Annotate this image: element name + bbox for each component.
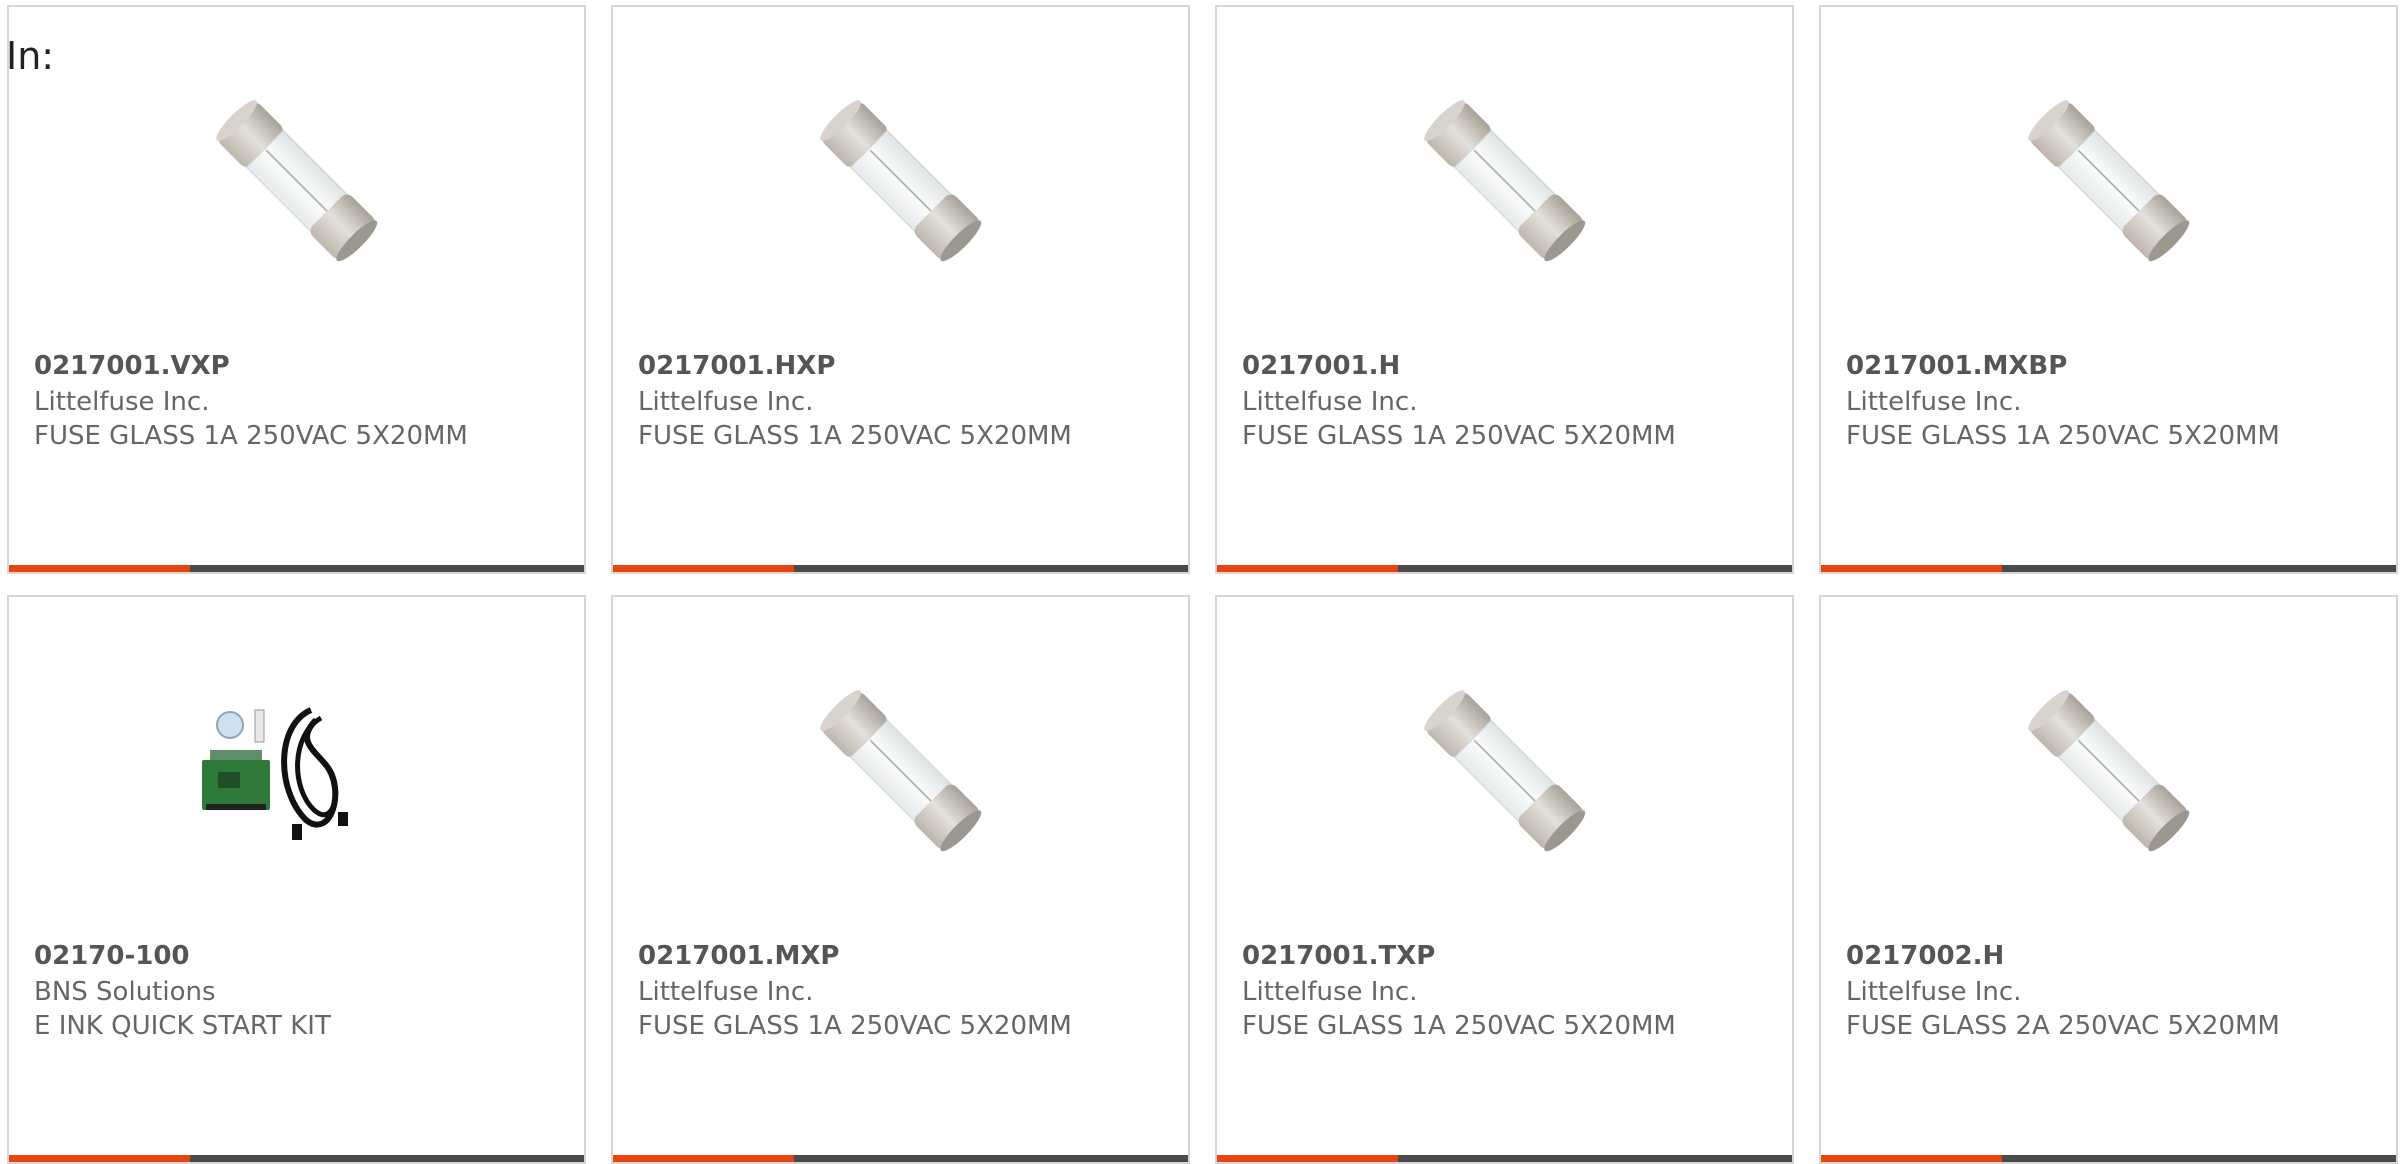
card-footer-accent [9,1155,190,1162]
product-description: FUSE GLASS 1A 250VAC 5X20MM [638,421,1072,451]
product-card[interactable]: 02170-100 BNS Solutions E INK QUICK START … [7,595,586,1164]
product-card[interactable]: 0217001.MXBP Littelfuse Inc. FUSE GLASS 1A… [1819,5,2398,574]
product-card[interactable]: 0217001.MXP Littelfuse Inc. FUSE GLASS 1A … [611,595,1190,1164]
part-number-link[interactable]: 0217001.HXP [638,351,835,381]
card-footer-accent [1217,565,1398,572]
fuse-image[interactable] [1404,670,1604,870]
manufacturer-name: Littelfuse Inc. [638,977,814,1007]
fuse-image[interactable] [800,670,1000,870]
fuse-image[interactable] [800,80,1000,280]
product-description: FUSE GLASS 1A 250VAC 5X20MM [1846,421,2280,451]
part-number-link[interactable]: 0217001.MXP [638,941,840,971]
card-footer-bar [613,565,1188,572]
fuse-image[interactable] [2008,670,2208,870]
part-number-link[interactable]: 0217002.H [1846,941,2004,971]
card-footer-bar [9,1155,584,1162]
card-footer-bar [1821,1155,2396,1162]
card-footer-accent [1821,565,2002,572]
kit-image[interactable] [196,670,396,870]
product-card[interactable]: 0217001.VXP Littelfuse Inc. FUSE GLASS 1A … [7,5,586,574]
product-description: FUSE GLASS 1A 250VAC 5X20MM [1242,421,1676,451]
product-card[interactable]: 0217001.H Littelfuse Inc. FUSE GLASS 1A 25… [1215,5,1794,574]
manufacturer-name: Littelfuse Inc. [1846,977,2022,1007]
filter-label: In: [6,34,55,78]
card-footer-accent [1217,1155,1398,1162]
manufacturer-name: Littelfuse Inc. [638,387,814,417]
fuse-image[interactable] [2008,80,2208,280]
card-footer-bar [1821,565,2396,572]
manufacturer-name: BNS Solutions [34,977,216,1007]
product-description: FUSE GLASS 2A 250VAC 5X20MM [1846,1011,2280,1041]
fuse-image[interactable] [1404,80,1604,280]
part-number-link[interactable]: 0217001.VXP [34,351,230,381]
manufacturer-name: Littelfuse Inc. [1242,387,1418,417]
manufacturer-name: Littelfuse Inc. [1242,977,1418,1007]
card-footer-accent [613,1155,794,1162]
card-footer-accent [613,565,794,572]
part-number-link[interactable]: 0217001.H [1242,351,1400,381]
manufacturer-name: Littelfuse Inc. [34,387,210,417]
card-footer-bar [613,1155,1188,1162]
product-card[interactable]: 0217001.HXP Littelfuse Inc. FUSE GLASS 1A … [611,5,1190,574]
product-description: FUSE GLASS 1A 250VAC 5X20MM [1242,1011,1676,1041]
product-description: FUSE GLASS 1A 250VAC 5X20MM [34,421,468,451]
card-footer-bar [1217,1155,1792,1162]
part-number-link[interactable]: 02170-100 [34,941,190,971]
product-description: E INK QUICK START KIT [34,1011,331,1041]
product-card[interactable]: 0217002.H Littelfuse Inc. FUSE GLASS 2A 25… [1819,595,2398,1164]
product-card[interactable]: 0217001.TXP Littelfuse Inc. FUSE GLASS 1A … [1215,595,1794,1164]
part-number-link[interactable]: 0217001.MXBP [1846,351,2067,381]
fuse-image[interactable] [196,80,396,280]
card-footer-bar [1217,565,1792,572]
card-footer-accent [9,565,190,572]
product-description: FUSE GLASS 1A 250VAC 5X20MM [638,1011,1072,1041]
part-number-link[interactable]: 0217001.TXP [1242,941,1435,971]
card-footer-accent [1821,1155,2002,1162]
manufacturer-name: Littelfuse Inc. [1846,387,2022,417]
card-footer-bar [9,565,584,572]
